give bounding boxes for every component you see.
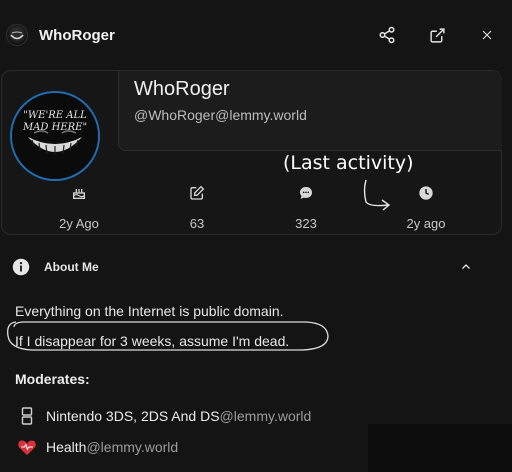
clock-icon <box>419 186 433 200</box>
header-title: WhoRoger <box>39 26 115 44</box>
profile-screen: WhoRoger "WE'RE ALL MAD HERE" WhoRoger @… <box>0 0 512 472</box>
stat-last-activity: 2y ago <box>386 183 466 231</box>
community-name: Nintendo 3DS, 2DS And DS <box>46 408 220 424</box>
share-icon <box>379 26 395 44</box>
bottom-shadow <box>368 424 512 472</box>
moderated-community-link[interactable]: Nintendo 3DS, 2DS And DS @lemmy.world <box>17 407 311 425</box>
stat-value: 323 <box>295 216 317 231</box>
profile-avatar: "WE'RE ALL MAD HERE" <box>10 91 100 181</box>
profile-header: WhoRoger <box>0 0 512 70</box>
stat-cake-day: 2y Ago <box>39 183 119 231</box>
moderates-title: Moderates: <box>15 371 90 387</box>
stat-posts: 63 <box>157 183 237 231</box>
share-button[interactable] <box>376 24 398 46</box>
close-button[interactable] <box>476 24 498 46</box>
name-panel: WhoRoger @WhoRoger@lemmy.world <box>118 71 502 151</box>
comment-icon <box>300 187 312 199</box>
gamepad-icon <box>21 407 33 425</box>
info-icon <box>12 258 30 276</box>
about-title: About Me <box>44 260 99 274</box>
about-section-header[interactable]: About Me <box>0 250 512 284</box>
svg-text:MAD HERE": MAD HERE" <box>22 122 87 133</box>
stat-value: 2y Ago <box>59 216 99 231</box>
svg-text:"WE'RE ALL: "WE'RE ALL <box>23 110 87 121</box>
chevron-up-icon[interactable] <box>460 261 472 273</box>
cheshire-cat-icon <box>10 31 24 40</box>
close-icon <box>482 30 492 40</box>
community-domain: @lemmy.world <box>86 439 179 455</box>
open-external-button[interactable] <box>426 24 448 46</box>
moderated-community-link[interactable]: Health @lemmy.world <box>17 438 178 456</box>
display-name: WhoRoger <box>134 78 230 100</box>
header-actions <box>376 24 498 46</box>
user-handle: @WhoRoger@lemmy.world <box>134 107 307 123</box>
annotation-text: (Last activity) <box>283 152 414 174</box>
heart-icon <box>18 440 36 456</box>
annotation-circle <box>7 321 329 351</box>
community-domain: @lemmy.world <box>219 408 312 424</box>
header-avatar <box>6 24 28 46</box>
post-edit-icon <box>190 185 205 200</box>
cake-icon <box>73 189 85 199</box>
stat-value: 2y ago <box>406 216 446 231</box>
stat-comments: 323 <box>266 183 346 231</box>
stat-value: 63 <box>189 216 205 231</box>
annotation-arrow <box>363 179 391 211</box>
community-name: Health <box>46 439 87 455</box>
external-link-icon <box>429 27 445 43</box>
cheshire-cat-avatar-image: "WE'RE ALL MAD HERE" <box>12 93 98 179</box>
profile-card: "WE'RE ALL MAD HERE" WhoRoger @WhoRoger@… <box>1 70 502 235</box>
profile-stats: 2y Ago 63 323 2y ago <box>2 183 503 233</box>
